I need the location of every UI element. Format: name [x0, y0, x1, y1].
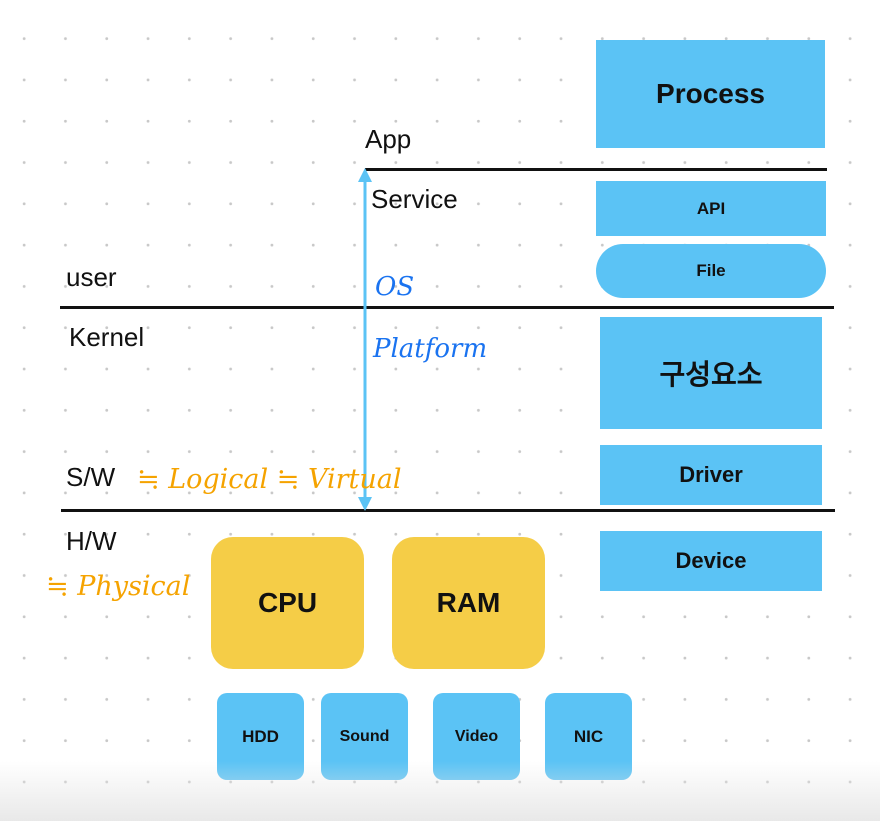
stack-api: API	[596, 181, 826, 236]
stack-file: File	[596, 244, 826, 298]
label-service: Service	[371, 184, 458, 214]
label-user: user	[66, 262, 117, 292]
app-service-divider	[365, 168, 827, 171]
label-kernel: Kernel	[69, 322, 145, 352]
label-sw: S/W	[66, 462, 116, 492]
user-kernel-divider	[60, 306, 834, 309]
annotation-platform: Platform	[373, 334, 488, 364]
stack-component: 구성요소	[600, 317, 822, 429]
hw-cpu: CPU	[211, 537, 364, 669]
label-app: App	[365, 124, 412, 154]
stack-driver: Driver	[600, 445, 822, 505]
sw-hw-divider	[61, 509, 835, 512]
stack-device: Device	[600, 531, 822, 591]
stack-process: Process	[596, 40, 825, 148]
bottom-shadow	[0, 761, 880, 821]
label-hw: H/W	[66, 526, 117, 556]
annotation-physical: ≒ Physical	[46, 571, 191, 602]
annotation-os: OS	[375, 272, 415, 302]
hw-ram: RAM	[392, 537, 545, 669]
annotation-logical-virtual: ≒ Logical ≒ Virtual	[137, 464, 402, 495]
